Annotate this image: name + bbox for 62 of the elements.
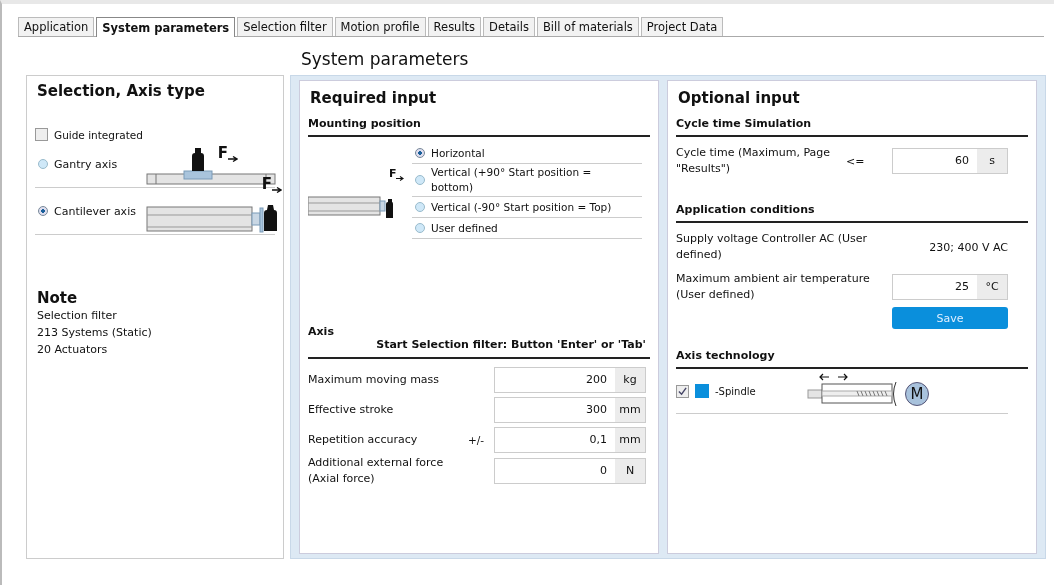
tab[interactable]: Results — [427, 17, 482, 36]
checkbox[interactable] — [35, 128, 48, 141]
condition-value: 230; 400 V AC — [929, 240, 1008, 254]
field-label: Cycle time (Maximum, Page "Results") — [676, 145, 832, 177]
force-label: F — [389, 167, 397, 180]
radio-label: Vertical (+90° Start position = bottom) — [431, 165, 593, 195]
panel-title: Required input — [309, 89, 438, 107]
arrow-icon — [396, 176, 404, 181]
section-title: Axis — [308, 325, 335, 338]
checkbox-label: Guide integrated — [54, 128, 143, 141]
field-label: Additional external force (Axial force) — [308, 455, 445, 487]
section-title: Axis technology — [676, 339, 1028, 369]
tab[interactable]: Application — [18, 17, 95, 36]
panel-title: Selection, Axis type — [36, 82, 206, 100]
note-line: 20 Actuators — [36, 342, 109, 358]
condition-label: Supply voltage Controller AC (User defined) — [676, 231, 869, 263]
radio-label: Vertical (-90° Start position = Top) — [431, 199, 612, 215]
radio-label: User defined — [431, 220, 498, 236]
input-field[interactable]: 25 °C — [892, 274, 1008, 300]
input-field[interactable]: 300 mm — [494, 397, 646, 423]
radio-button[interactable] — [415, 223, 425, 233]
radio-button[interactable] — [38, 206, 48, 216]
field-label: Effective stroke — [308, 402, 395, 418]
tab[interactable]: Motion profile — [334, 17, 426, 36]
force-label: F — [261, 175, 273, 193]
input-field[interactable]: 0 N — [494, 458, 646, 484]
radio-button[interactable] — [415, 175, 425, 185]
radio-button[interactable] — [38, 159, 48, 169]
radio-label: Horizontal — [431, 145, 485, 161]
tab[interactable]: Bill of materials — [537, 17, 639, 36]
radio-label: Gantry axis — [54, 157, 119, 171]
arrow-icon — [271, 187, 282, 193]
field-label: Repetition accuracy — [308, 432, 419, 448]
radio-button[interactable] — [415, 202, 425, 212]
section-title: Application conditions — [676, 193, 1028, 223]
note-line: 213 Systems (Static) — [36, 325, 153, 341]
left-right-arrows-icon — [819, 373, 849, 381]
note-title: Note — [36, 289, 79, 307]
radio-label: Cantilever axis — [54, 204, 137, 218]
tab[interactable]: Project Data — [640, 17, 724, 36]
force-label: F — [217, 144, 229, 162]
field-label: Maximum moving mass — [308, 372, 441, 388]
qualifier: <= — [846, 154, 866, 168]
tab[interactable]: Details — [483, 17, 535, 36]
motor-symbol: M — [905, 382, 929, 406]
condition-label: Maximum ambient air temperature (User defined) — [676, 271, 871, 303]
input-field[interactable]: 60 s — [892, 148, 1008, 174]
input-field[interactable]: 0,1 mm — [494, 427, 646, 453]
qualifier: +/- — [468, 434, 486, 446]
section-title: Cycle time Simulation — [676, 107, 1028, 137]
radio-button[interactable] — [415, 148, 425, 158]
hint-text: Start Selection filter: Button 'Enter' or 'Tab' — [375, 338, 647, 351]
panel-title: Optional input — [677, 89, 801, 107]
tab[interactable]: Selection filter — [237, 17, 333, 36]
note-line: Selection filter — [36, 308, 118, 324]
technology-label: -Spindle — [715, 385, 757, 397]
checkbox[interactable] — [676, 384, 689, 398]
section-title: Mounting position — [308, 107, 650, 137]
tab[interactable]: System parameters — [96, 17, 236, 37]
page-title: System parameters — [301, 49, 469, 69]
arrow-icon — [227, 156, 238, 162]
input-field[interactable]: 200 kg — [494, 367, 646, 393]
